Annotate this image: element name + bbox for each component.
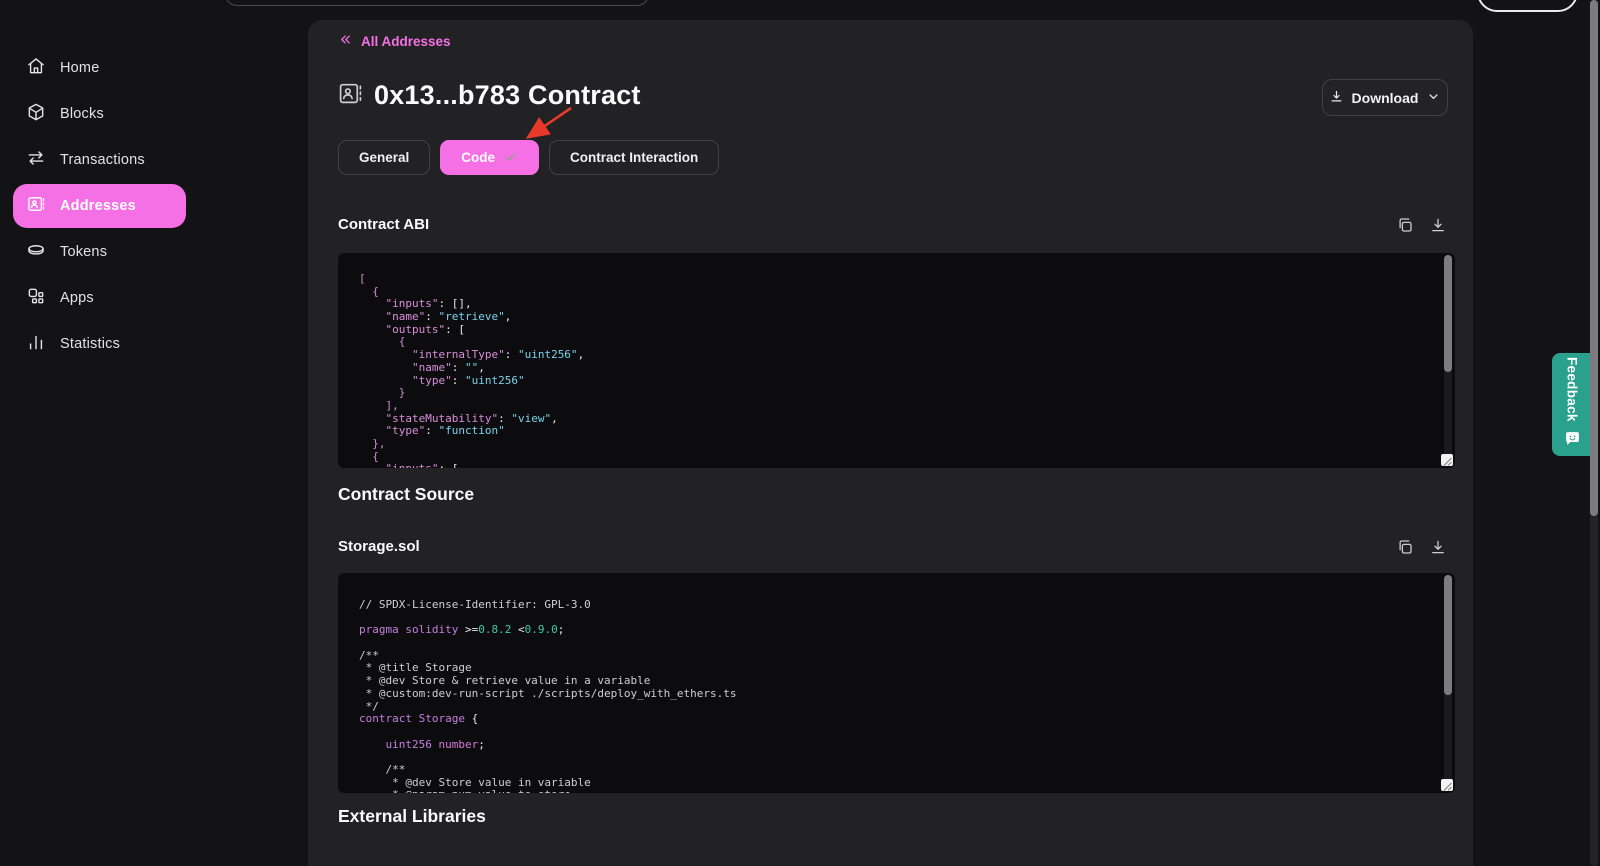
source-actions bbox=[1396, 538, 1447, 556]
sidebar-item-home[interactable]: Home bbox=[13, 46, 186, 90]
page-scrollbar-thumb[interactable] bbox=[1590, 0, 1598, 516]
code-line: uint256 number; bbox=[359, 739, 1441, 752]
contract-source-code-block: // SPDX-License-Identifier: GPL-3.0 prag… bbox=[338, 573, 1455, 793]
sidebar-item-statistics[interactable]: Statistics bbox=[13, 322, 186, 366]
code-line: { bbox=[359, 286, 1441, 299]
code-line: /** bbox=[359, 650, 1441, 663]
download-icon bbox=[1329, 89, 1344, 107]
tab-general[interactable]: General bbox=[338, 140, 430, 175]
page-scrollbar[interactable] bbox=[1590, 0, 1598, 866]
app-screen: Home Blocks Transactions Addresses Token… bbox=[0, 0, 1600, 866]
code-line: "outputs": [ bbox=[359, 324, 1441, 337]
page-title-row: 0x13...b783 Contract bbox=[338, 80, 641, 111]
download-icon[interactable] bbox=[1429, 538, 1447, 556]
sidebar: Home Blocks Transactions Addresses Token… bbox=[0, 44, 220, 368]
coin-icon bbox=[26, 240, 46, 264]
sidebar-item-label: Transactions bbox=[60, 152, 145, 168]
resize-grip-icon[interactable] bbox=[1441, 454, 1453, 466]
sidebar-item-label: Blocks bbox=[60, 106, 104, 122]
source-file-name: Storage.sol bbox=[338, 538, 420, 555]
sidebar-item-apps[interactable]: Apps bbox=[13, 276, 186, 320]
sidebar-item-addresses[interactable]: Addresses bbox=[13, 184, 186, 228]
breadcrumb-all-addresses[interactable]: All Addresses bbox=[338, 32, 451, 50]
code-line: "name": "retrieve", bbox=[359, 311, 1441, 324]
sidebar-item-transactions[interactable]: Transactions bbox=[13, 138, 186, 182]
code-line: * @custom:dev-run-script ./scripts/deplo… bbox=[359, 688, 1441, 701]
copy-icon[interactable] bbox=[1396, 538, 1414, 556]
resize-grip-icon[interactable] bbox=[1441, 779, 1453, 791]
code-line bbox=[359, 751, 1441, 764]
copy-icon[interactable] bbox=[1396, 216, 1414, 234]
contract-source-title: Contract Source bbox=[338, 484, 474, 505]
source-scrollbar[interactable] bbox=[1444, 575, 1452, 791]
feedback-label: Feedback bbox=[1565, 357, 1580, 422]
sidebar-item-label: Home bbox=[60, 60, 99, 76]
code-line: contract Storage { bbox=[359, 713, 1441, 726]
code-line: "type": "uint256" bbox=[359, 375, 1441, 388]
code-line: pragma solidity >=0.8.2 <0.9.0; bbox=[359, 624, 1441, 637]
abi-actions bbox=[1396, 216, 1447, 234]
tab-contract-interaction[interactable]: Contract Interaction bbox=[549, 140, 719, 175]
code-line: }, bbox=[359, 438, 1441, 451]
code-line: [ bbox=[359, 273, 1441, 286]
code-line: * @param num value to store bbox=[359, 789, 1441, 793]
sidebar-item-label: Addresses bbox=[60, 198, 136, 214]
code-line: { bbox=[359, 451, 1441, 464]
sidebar-item-label: Tokens bbox=[60, 244, 107, 260]
abi-code: [ { "inputs": [], "name": "retrieve", "o… bbox=[359, 273, 1441, 468]
code-line bbox=[359, 726, 1441, 739]
source-scrollbar-thumb[interactable] bbox=[1444, 575, 1452, 695]
abi-scrollbar-thumb[interactable] bbox=[1444, 255, 1452, 372]
code-line: "inputs": [], bbox=[359, 298, 1441, 311]
code-line: */ bbox=[359, 701, 1441, 714]
sidebar-item-label: Statistics bbox=[60, 336, 120, 352]
code-line bbox=[359, 637, 1441, 650]
contract-abi-code-block: [ { "inputs": [], "name": "retrieve", "o… bbox=[338, 253, 1455, 468]
code-line: "internalType": "uint256", bbox=[359, 349, 1441, 362]
tab-bar: General Code Contract Interaction bbox=[338, 140, 719, 175]
code-line: "inputs": [ bbox=[359, 463, 1441, 468]
external-libraries-title: External Libraries bbox=[338, 806, 486, 827]
tab-code[interactable]: Code bbox=[440, 140, 539, 175]
download-button[interactable]: Download bbox=[1322, 79, 1448, 116]
feedback-button[interactable]: Feedback bbox=[1552, 353, 1592, 456]
contact-card-icon bbox=[338, 81, 363, 111]
code-line: "stateMutability": "view", bbox=[359, 413, 1441, 426]
sidebar-item-label: Apps bbox=[60, 290, 94, 306]
abi-scrollbar[interactable] bbox=[1444, 255, 1452, 466]
source-code: // SPDX-License-Identifier: GPL-3.0 prag… bbox=[359, 599, 1441, 793]
chevron-down-icon bbox=[1426, 89, 1441, 107]
sidebar-item-tokens[interactable]: Tokens bbox=[13, 230, 186, 274]
transfer-arrows-icon bbox=[26, 148, 46, 172]
contact-card-icon bbox=[26, 194, 46, 218]
apps-grid-icon bbox=[26, 286, 46, 310]
code-line: "type": "function" bbox=[359, 425, 1441, 438]
double-chevron-left-icon bbox=[338, 32, 353, 50]
search-input[interactable] bbox=[225, 0, 649, 6]
home-icon bbox=[26, 56, 46, 80]
cube-icon bbox=[26, 102, 46, 126]
topbar-button[interactable] bbox=[1477, 0, 1578, 12]
bar-chart-icon bbox=[26, 332, 46, 356]
contract-abi-title: Contract ABI bbox=[338, 216, 429, 233]
sidebar-item-blocks[interactable]: Blocks bbox=[13, 92, 186, 136]
check-icon bbox=[503, 149, 518, 167]
code-line: // SPDX-License-Identifier: GPL-3.0 bbox=[359, 599, 1441, 612]
page-title: 0x13...b783 Contract bbox=[374, 80, 641, 111]
code-line: } bbox=[359, 387, 1441, 400]
chat-smiley-icon bbox=[1564, 430, 1581, 452]
download-icon[interactable] bbox=[1429, 216, 1447, 234]
